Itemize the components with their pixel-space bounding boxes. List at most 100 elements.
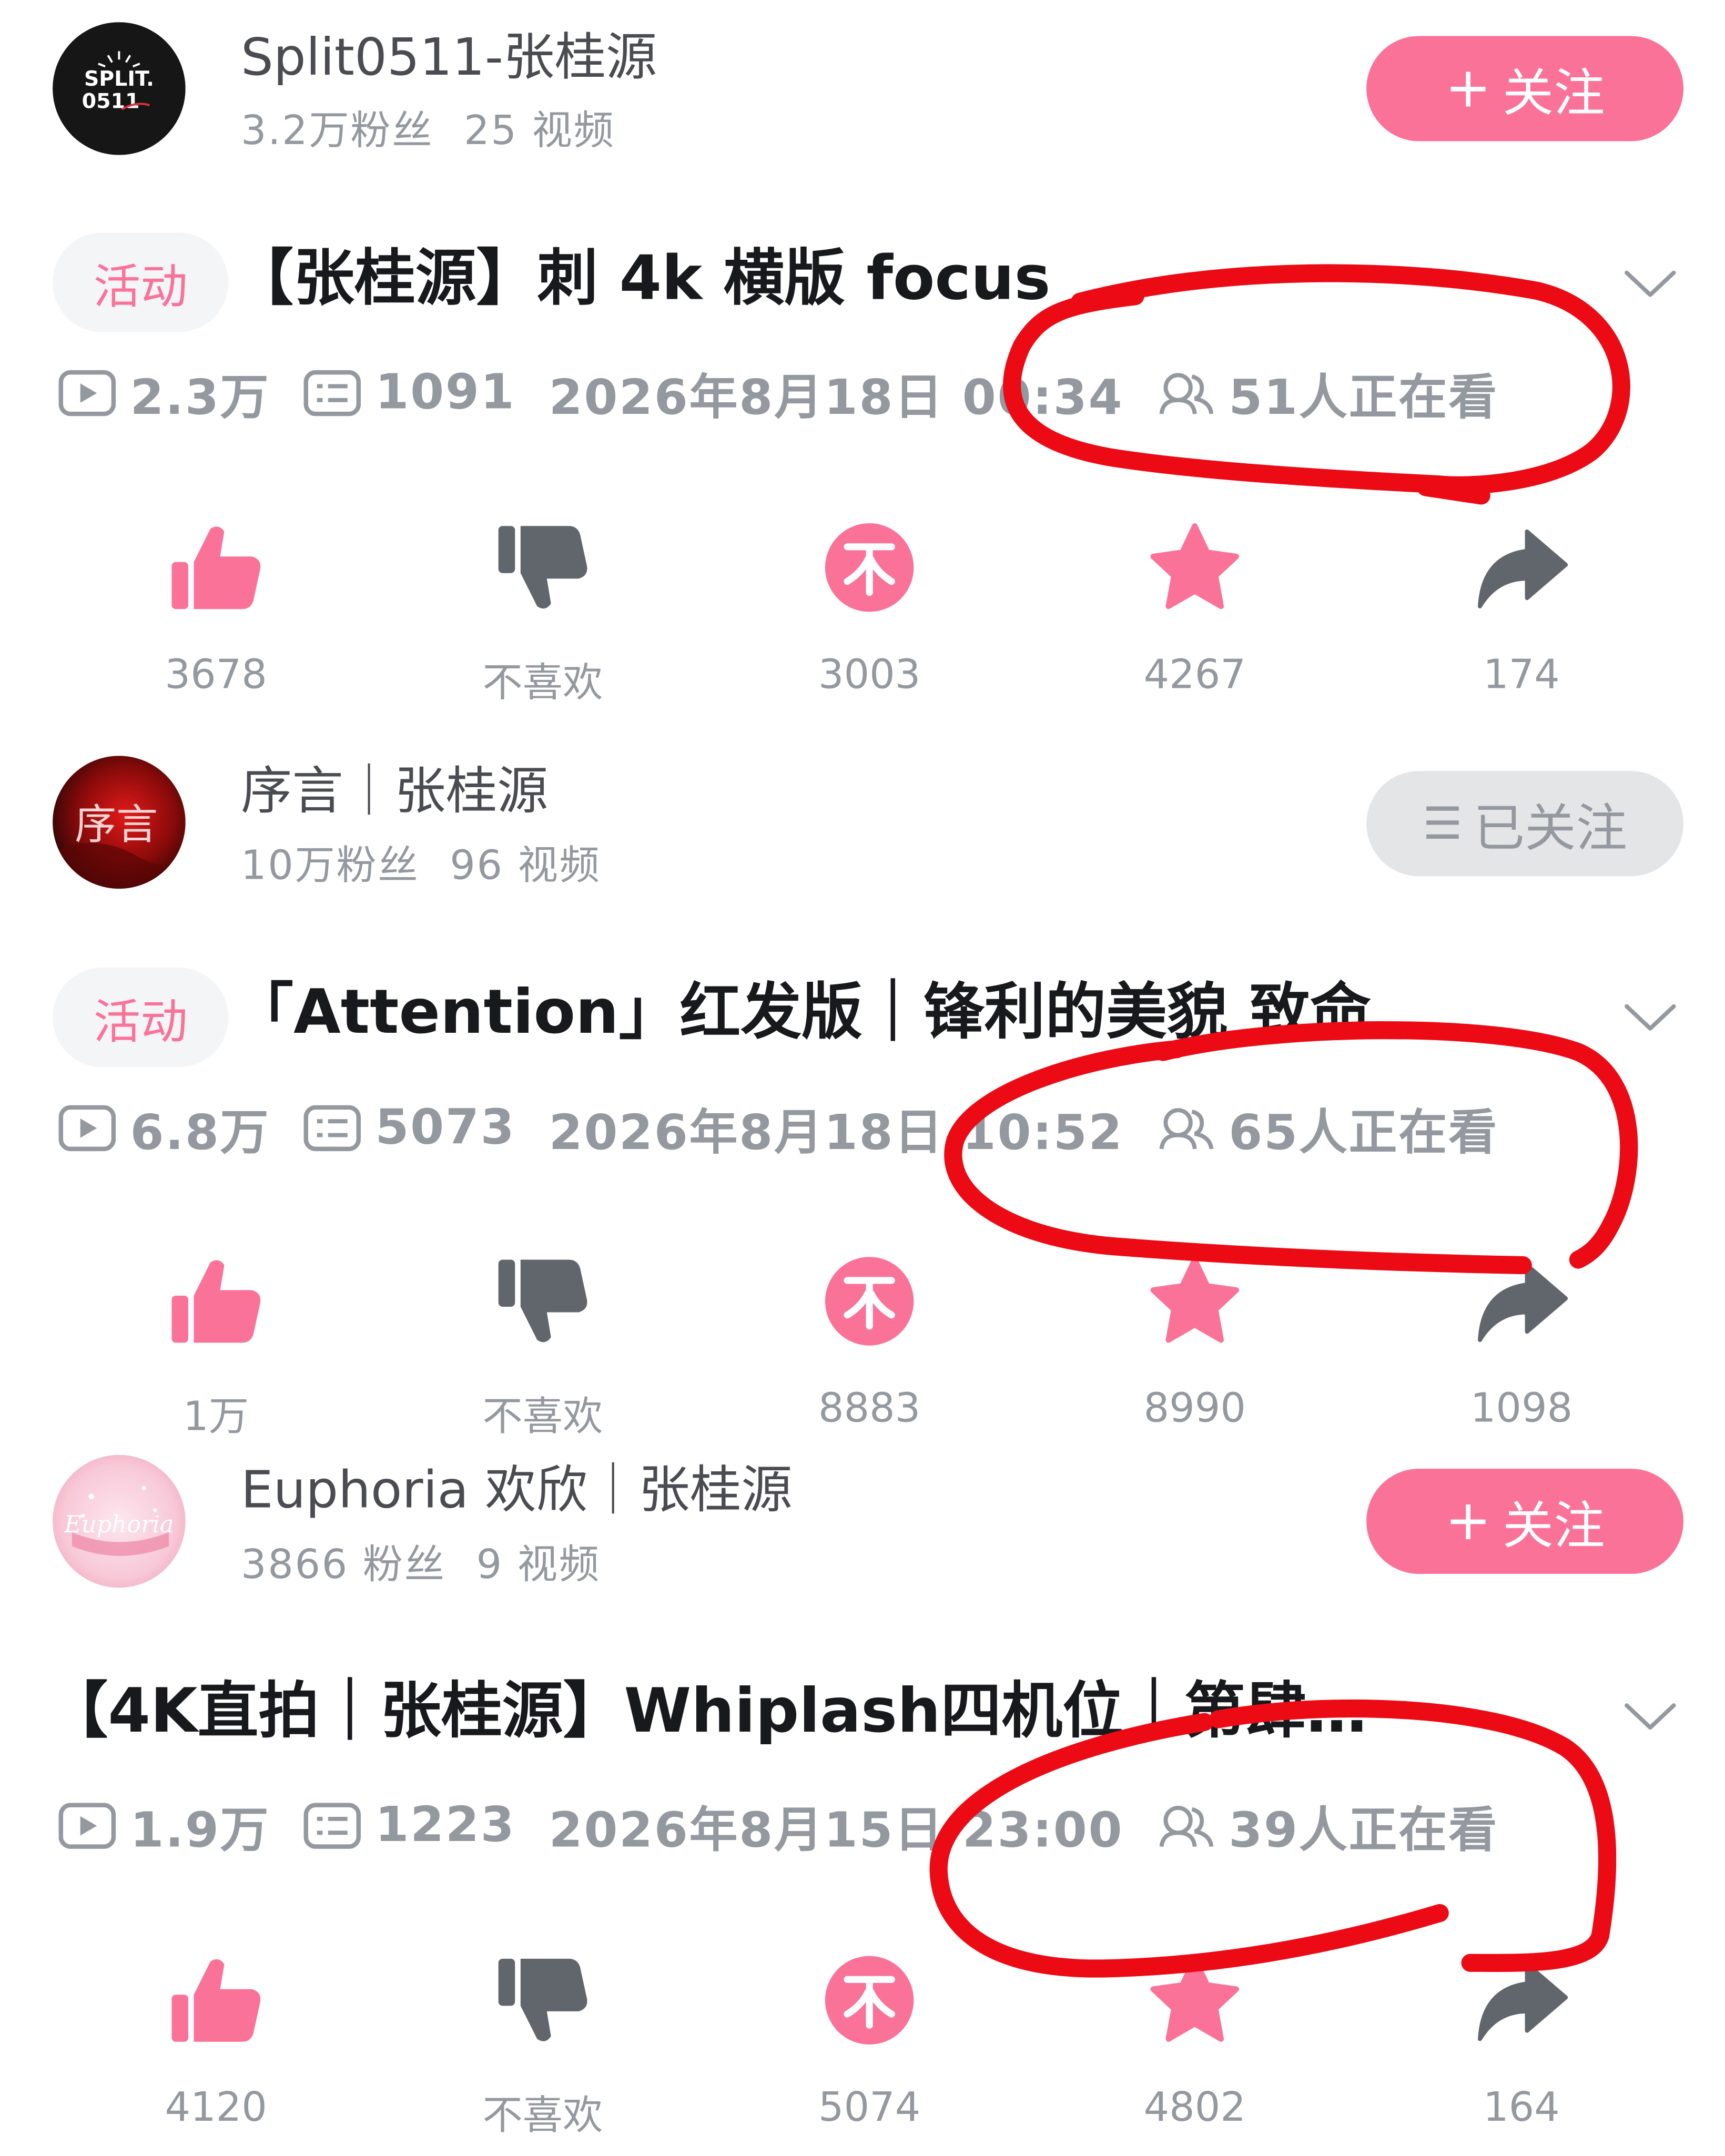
svg-text:Euphoria: Euphoria — [64, 1510, 174, 1538]
like-button[interactable]: 3678 — [105, 521, 327, 698]
annotation-tail-1 — [1417, 478, 1490, 505]
watching-now: 51人正在看 — [1229, 370, 1498, 426]
uploader-name[interactable]: 序言｜张桂源 — [241, 766, 548, 817]
event-badge: 活动 — [53, 232, 229, 332]
thumbs-up-icon — [171, 1260, 261, 1343]
uploader-avatar[interactable]: Euphoria — [53, 1455, 186, 1588]
follow-label: 已关注 — [1473, 798, 1627, 859]
pink-euphoria-avatar-icon: Euphoria — [53, 1455, 186, 1588]
share-arrow-icon — [1478, 1263, 1568, 1343]
fans-count: 3.2万粉丝 — [241, 106, 434, 154]
uploader-name[interactable]: Euphoria 欢欣｜张桂源 — [241, 1465, 793, 1516]
chevron-down-icon[interactable] — [1622, 267, 1678, 300]
star-icon — [1150, 1257, 1239, 1343]
play-count-icon — [58, 1803, 116, 1849]
coin-button[interactable]: 8883 — [759, 1254, 980, 1431]
viewers-icon — [1159, 1108, 1213, 1150]
menu-icon: ☰ — [1423, 797, 1463, 850]
play-count-icon — [58, 1105, 116, 1152]
dislike-button[interactable]: 不喜欢 — [432, 1953, 653, 2141]
play-count-icon — [58, 370, 116, 416]
chevron-down-icon[interactable] — [1622, 1700, 1678, 1733]
favorite-count: 4802 — [1143, 2083, 1246, 2131]
thumbs-up-icon — [171, 1959, 261, 2042]
publish-datetime: 2026年8月15日 23:00 — [549, 1803, 1124, 1858]
like-count: 3678 — [165, 650, 267, 698]
danmaku-icon — [303, 1803, 361, 1849]
video-count: 96 视频 — [450, 841, 601, 889]
video-count: 9 视频 — [476, 1540, 601, 1588]
red-preface-avatar-icon: 序言 — [53, 756, 186, 889]
share-arrow-icon — [1478, 1962, 1568, 2041]
danmaku-icon — [303, 1105, 361, 1152]
danmaku-count: 1091 — [375, 365, 516, 421]
follow-label: 关注 — [1502, 1496, 1605, 1556]
dislike-label: 不喜欢 — [482, 659, 603, 706]
split0511-logo-icon: SPLIT. 0511 — [53, 22, 186, 155]
event-badge: 活动 — [53, 968, 229, 1067]
dislike-label: 不喜欢 — [482, 2091, 603, 2139]
coin-button[interactable]: 5074 — [759, 1953, 980, 2130]
video-title[interactable]: 【张桂源】刺 4k 横版 focus — [232, 243, 1119, 317]
video-count: 25 视频 — [464, 106, 615, 154]
uploader-stats: 3866 粉丝 9 视频 — [241, 1544, 601, 1585]
dislike-button[interactable]: 不喜欢 — [432, 521, 653, 709]
uploader-name[interactable]: Split0511-张桂源 — [241, 32, 657, 83]
dislike-button[interactable]: 不喜欢 — [432, 1254, 653, 1442]
svg-text:序言: 序言 — [75, 800, 158, 849]
view-count: 1.9万 — [130, 1803, 270, 1858]
coin-button[interactable]: 3003 — [759, 521, 980, 698]
coin-icon — [825, 523, 914, 612]
coin-count: 5074 — [818, 2083, 921, 2131]
danmaku-icon — [303, 370, 361, 416]
share-count: 164 — [1483, 2083, 1560, 2131]
view-count: 2.3万 — [130, 370, 270, 426]
coin-icon — [825, 1956, 914, 2045]
coin-count: 3003 — [818, 650, 921, 698]
video-title[interactable]: 「Attention」红发版｜锋利的美貌 致命 — [232, 977, 1444, 1050]
share-button[interactable]: 174 — [1411, 521, 1632, 698]
thumbs-down-icon — [498, 1259, 587, 1343]
uploader-stats: 3.2万粉丝 25 视频 — [241, 110, 615, 151]
uploader-stats: 10万粉丝 96 视频 — [241, 845, 601, 886]
follow-button[interactable]: + 关注 — [1366, 36, 1683, 141]
favorite-count: 4267 — [1143, 650, 1246, 698]
video-title[interactable]: 【4K直拍｜张桂源】Whiplash四机位｜第肆… — [47, 1676, 1453, 1750]
chevron-down-icon[interactable] — [1622, 1001, 1678, 1034]
video-meta: 1.9万 1223 2026年8月15日 23:00 39人正在看 — [58, 1795, 1498, 1858]
like-button[interactable]: 4120 — [105, 1953, 327, 2130]
favorite-count: 8990 — [1143, 1384, 1246, 1431]
fans-count: 3866 粉丝 — [241, 1540, 446, 1588]
plus-icon: + — [1445, 56, 1491, 121]
watching-now: 65人正在看 — [1229, 1105, 1498, 1161]
svg-text:0511: 0511 — [82, 89, 140, 113]
publish-datetime: 2026年8月18日 00:34 — [549, 370, 1124, 426]
share-arrow-icon — [1478, 529, 1568, 608]
follow-label: 关注 — [1502, 64, 1605, 124]
coin-count: 8883 — [818, 1384, 921, 1431]
thumbs-down-icon — [498, 1958, 587, 2041]
favorite-button[interactable]: 4267 — [1084, 521, 1305, 698]
like-count: 4120 — [165, 2083, 267, 2131]
thumbs-up-icon — [171, 526, 261, 609]
fans-count: 10万粉丝 — [241, 841, 420, 889]
publish-datetime: 2026年8月18日 10:52 — [549, 1105, 1124, 1161]
favorite-button[interactable]: 4802 — [1084, 1953, 1305, 2130]
thumbs-down-icon — [498, 526, 587, 609]
share-count: 174 — [1483, 650, 1560, 698]
video-meta: 6.8万 5073 2026年8月18日 10:52 65人正在看 — [58, 1097, 1498, 1161]
favorite-button[interactable]: 8990 — [1084, 1254, 1305, 1431]
like-button[interactable]: 1万 — [105, 1254, 327, 1442]
uploader-avatar[interactable]: SPLIT. 0511 — [53, 22, 186, 155]
plus-icon: + — [1445, 1489, 1491, 1553]
share-button[interactable]: 164 — [1411, 1953, 1632, 2130]
follow-button[interactable]: + 关注 — [1366, 1468, 1683, 1574]
uploader-avatar[interactable]: 序言 — [53, 756, 186, 889]
share-button[interactable]: 1098 — [1411, 1254, 1632, 1431]
star-icon — [1150, 523, 1239, 609]
dislike-label: 不喜欢 — [482, 1392, 603, 1440]
video-meta: 2.3万 1091 2026年8月18日 00:34 51人正在看 — [58, 363, 1498, 425]
followed-button[interactable]: ☰ 已关注 — [1366, 771, 1683, 877]
view-count: 6.8万 — [130, 1105, 270, 1161]
like-count: 1万 — [183, 1392, 249, 1440]
